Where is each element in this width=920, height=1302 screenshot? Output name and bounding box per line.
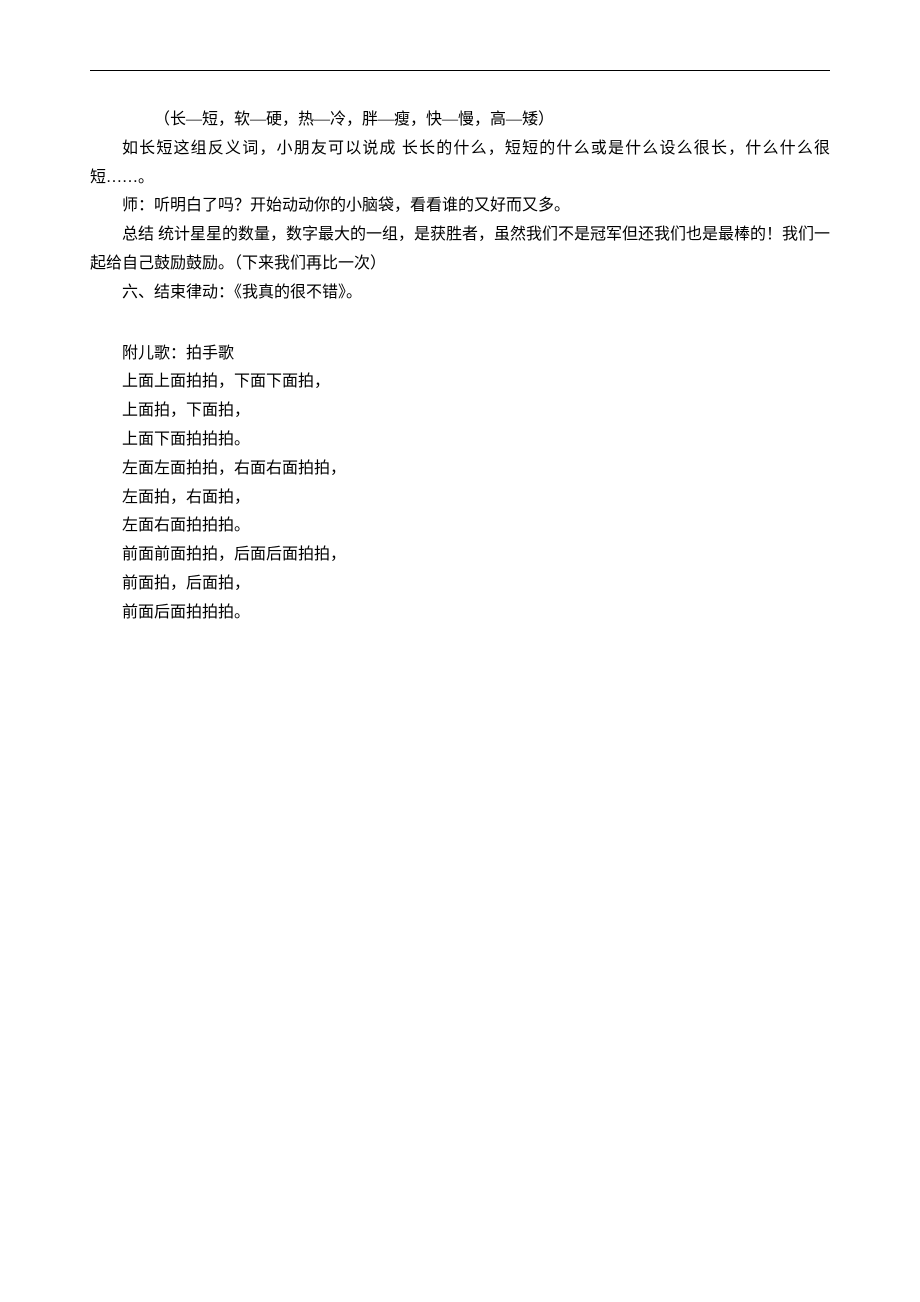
body-line: 六、结束律动：《我真的很不错》。	[90, 279, 830, 308]
body-line: 总结 统计星星的数量，数字最大的一组，是获胜者，虽然我们不是冠军但还我们也是最棒…	[90, 221, 830, 279]
body-line: （长—短，软—硬，热—冷，胖—瘦，快—慢，高—矮）	[90, 106, 830, 135]
body-line: 师：听明白了吗？开始动动你的小脑袋，看看谁的又好而又多。	[90, 192, 830, 221]
song-line: 左面右面拍拍拍。	[90, 512, 830, 541]
page-divider	[90, 70, 830, 71]
document-content: （长—短，软—硬，热—冷，胖—瘦，快—慢，高—矮） 如长短这组反义词，小朋友可以…	[90, 106, 830, 628]
song-title: 附儿歌：拍手歌	[90, 340, 830, 369]
song-line: 左面左面拍拍，右面右面拍拍，	[90, 455, 830, 484]
body-line: 如长短这组反义词，小朋友可以说成 长长的什么，短短的什么或是什么设么很长，什么什…	[90, 135, 830, 193]
song-line: 上面上面拍拍，下面下面拍，	[90, 368, 830, 397]
song-line: 上面下面拍拍拍。	[90, 426, 830, 455]
song-line: 前面拍，后面拍，	[90, 570, 830, 599]
song-line: 上面拍，下面拍，	[90, 397, 830, 426]
spacer	[90, 308, 830, 340]
song-line: 前面后面拍拍拍。	[90, 599, 830, 628]
song-line: 左面拍，右面拍，	[90, 484, 830, 513]
song-line: 前面前面拍拍，后面后面拍拍，	[90, 541, 830, 570]
